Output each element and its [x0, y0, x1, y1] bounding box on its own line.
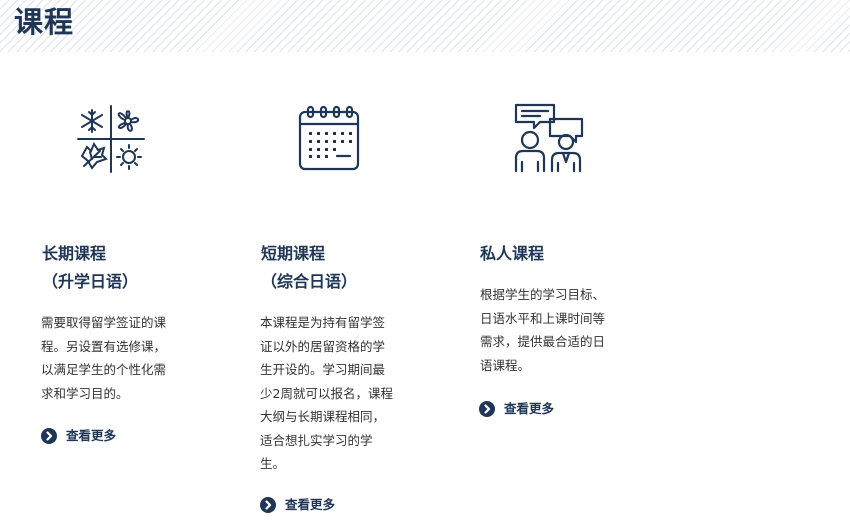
description-line: 根据学生的学习目标、: [480, 287, 606, 302]
private-lesson-icon: [514, 103, 584, 173]
description-line: 求和学习目的。: [41, 385, 129, 401]
course-title-line1: 短期课程: [261, 244, 326, 263]
description-line: 生开设的。学习期间最: [260, 362, 386, 377]
course-title-line2: （综合日语）: [261, 272, 358, 291]
course-title-short-term: 短期课程 （综合日语）: [261, 240, 357, 296]
description-line: 适合想扎实学习的学: [260, 432, 373, 448]
description-line: 本课程是为持有留学签: [260, 315, 386, 330]
description-line: 语课程。: [480, 357, 531, 373]
description-line: 以满足学生的个性化需: [41, 362, 167, 377]
four-seasons-icon: [77, 105, 145, 173]
description-line: 日语水平和上课时间等: [480, 310, 606, 326]
course-description-short-term: 本课程是为持有留学签 证以外的居留资格的学 生开设的。学习期间最 少2周就可以报…: [260, 311, 393, 476]
page-title: 课程: [14, 5, 75, 39]
description-line: 生。: [260, 456, 286, 471]
calendar-icon: [298, 105, 360, 171]
view-more-label: 查看更多: [285, 497, 336, 512]
course-title-long-term: 长期课程 （升学日语）: [42, 240, 138, 296]
description-line: 大纲与长期课程相同，: [260, 409, 386, 424]
course-title-line1: 长期课程: [42, 244, 107, 263]
course-description-long-term: 需要取得留学签证的课 程。另设置有选修课， 以满足学生的个性化需 求和学习目的。: [41, 311, 166, 405]
description-line: 少2周就可以报名，课程: [260, 385, 393, 401]
chevron-right-circle-icon: [41, 428, 57, 444]
chevron-right-circle-icon: [479, 401, 495, 417]
course-description-private: 根据学生的学习目标、 日语水平和上课时间等 需求，提供最合适的日 语课程。: [480, 283, 605, 377]
view-more-link-private[interactable]: 查看更多: [479, 401, 554, 417]
course-title-private: 私人课程: [480, 240, 544, 268]
view-more-label: 查看更多: [66, 428, 117, 443]
view-more-label: 查看更多: [504, 401, 555, 416]
view-more-link-long-term[interactable]: 查看更多: [41, 428, 116, 444]
course-title-line2: （升学日语）: [42, 272, 139, 291]
description-line: 程。另设置有选修课，: [41, 338, 167, 354]
chevron-right-circle-icon: [260, 497, 276, 513]
page-header: 课程: [0, 0, 850, 52]
description-line: 需要取得留学签证的课: [41, 315, 167, 330]
description-line: 需求，提供最合适的日: [480, 334, 606, 349]
description-line: 证以外的居留资格的学: [260, 338, 386, 354]
view-more-link-short-term[interactable]: 查看更多: [260, 497, 335, 513]
course-title-line1: 私人课程: [480, 244, 545, 263]
